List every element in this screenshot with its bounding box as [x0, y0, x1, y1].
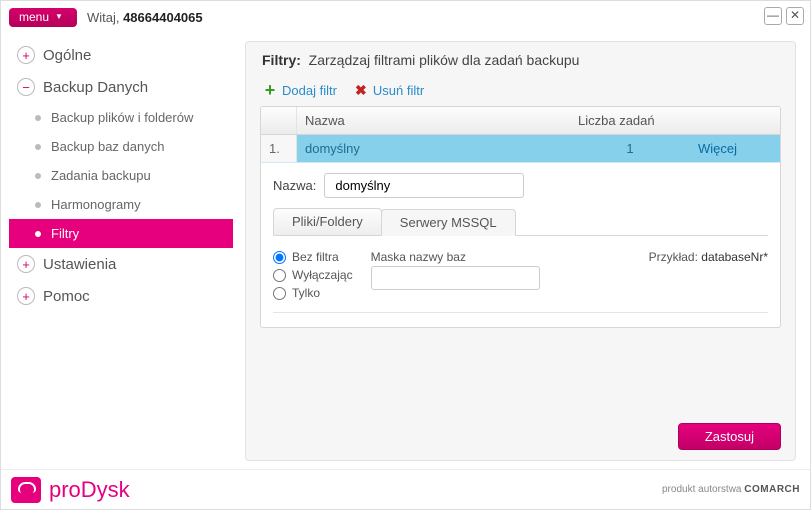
- attr-prefix: produkt autorstwa: [662, 484, 742, 495]
- tab-mssql[interactable]: Serwery MSSQL: [381, 209, 516, 236]
- welcome-prefix: Witaj,: [87, 10, 120, 25]
- row-more-link[interactable]: Więcej: [698, 141, 737, 156]
- radio-label: Tylko: [292, 286, 320, 300]
- sidebar-item-general[interactable]: + Ogólne: [9, 39, 233, 71]
- name-label: Nazwa:: [273, 178, 316, 193]
- sidebar-sub-backup-db[interactable]: Backup baz danych: [9, 132, 233, 161]
- sidebar-item-label: Backup plików i folderów: [51, 110, 193, 125]
- brand-text: proDysk: [49, 477, 130, 503]
- expand-icon: +: [17, 46, 35, 64]
- row-index: 1.: [261, 135, 297, 162]
- sidebar-item-label: Ustawienia: [43, 256, 116, 273]
- example-value: databaseNr*: [701, 250, 768, 264]
- expand-icon: +: [17, 287, 35, 305]
- brand-icon: [11, 477, 41, 503]
- list-row[interactable]: 1. domyślny 1 Więcej: [261, 135, 780, 163]
- title-bar: menu ▼ Witaj, 48664404065 — ✕: [1, 1, 810, 33]
- sidebar-sub-backup-tasks[interactable]: Zadania backupu: [9, 161, 233, 190]
- col-count-header: Liczba zadań: [570, 107, 690, 134]
- tab-files-folders[interactable]: Pliki/Foldery: [273, 208, 382, 235]
- filters-list: Nazwa Liczba zadań 1. domyślny 1 Więcej …: [260, 106, 781, 328]
- sidebar-item-settings[interactable]: + Ustawienia: [9, 248, 233, 280]
- sidebar-sub-filters[interactable]: Filtry: [9, 219, 233, 248]
- filters-panel: Filtry: Zarządzaj filtrami plików dla za…: [245, 41, 796, 461]
- close-button[interactable]: ✕: [786, 7, 804, 25]
- collapse-icon: −: [17, 78, 35, 96]
- welcome-text: Witaj, 48664404065: [87, 10, 203, 25]
- row-count: 1: [570, 135, 690, 162]
- radio-input[interactable]: [273, 287, 286, 300]
- minimize-button[interactable]: —: [764, 7, 782, 25]
- plus-icon: +: [262, 82, 278, 98]
- button-label: Usuń filtr: [373, 83, 424, 98]
- panel-title: Filtry: Zarządzaj filtrami plików dla za…: [262, 52, 781, 68]
- mask-label: Maska nazwy baz: [371, 250, 645, 264]
- mask-input[interactable]: [371, 266, 540, 290]
- sidebar-item-label: Zadania backupu: [51, 168, 151, 183]
- sidebar-item-label: Harmonogramy: [51, 197, 141, 212]
- chevron-down-icon: ▼: [55, 12, 63, 21]
- radio-label: Wyłączając: [292, 268, 353, 282]
- filter-name-input[interactable]: [324, 173, 524, 198]
- apply-button[interactable]: Zastosuj: [678, 423, 781, 450]
- attr-brand: COMARCH: [744, 484, 800, 495]
- radio-exclude[interactable]: Wyłączając: [273, 268, 353, 282]
- delete-filter-button[interactable]: ✖ Usuń filtr: [353, 82, 424, 98]
- menu-label: menu: [19, 10, 49, 24]
- menu-button[interactable]: menu ▼: [9, 8, 77, 27]
- sidebar-item-label: Pomoc: [43, 288, 90, 305]
- row-name: domyślny: [297, 135, 570, 162]
- brand: proDysk: [11, 477, 130, 503]
- list-header: Nazwa Liczba zadań: [261, 107, 780, 135]
- filter-mode-radios: Bez filtra Wyłączając Tylko: [273, 250, 353, 300]
- sidebar-item-label: Backup baz danych: [51, 139, 164, 154]
- mask-example: Przykład: databaseNr*: [649, 250, 768, 264]
- col-more-header: [690, 107, 780, 134]
- delete-icon: ✖: [353, 82, 369, 98]
- sidebar-sub-backup-files[interactable]: Backup plików i folderów: [9, 103, 233, 132]
- content: Filtry: Zarządzaj filtrami plików dla za…: [237, 33, 810, 469]
- detail-tabs: Pliki/Foldery Serwery MSSQL: [273, 208, 768, 236]
- radio-only[interactable]: Tylko: [273, 286, 353, 300]
- sidebar-item-label: Backup Danych: [43, 79, 148, 96]
- col-index: [261, 107, 297, 134]
- filter-detail: Nazwa: Pliki/Foldery Serwery MSSQL Bez f…: [261, 163, 780, 327]
- sidebar-item-help[interactable]: + Pomoc: [9, 280, 233, 312]
- panel-title-desc: Zarządzaj filtrami plików dla zadań back…: [309, 52, 580, 68]
- sidebar: + Ogólne − Backup Danych Backup plików i…: [1, 33, 237, 469]
- tab-body: Bez filtra Wyłączając Tylko: [273, 246, 768, 313]
- expand-icon: +: [17, 255, 35, 273]
- sidebar-item-backup[interactable]: − Backup Danych: [9, 71, 233, 103]
- attribution: produkt autorstwa COMARCH: [662, 484, 800, 495]
- radio-input[interactable]: [273, 269, 286, 282]
- toolbar: + Dodaj filtr ✖ Usuń filtr: [260, 78, 781, 106]
- col-name-header: Nazwa: [297, 107, 570, 134]
- sidebar-sub-schedules[interactable]: Harmonogramy: [9, 190, 233, 219]
- panel-title-label: Filtry:: [262, 52, 301, 68]
- example-label: Przykład:: [649, 250, 698, 264]
- radio-input[interactable]: [273, 251, 286, 264]
- sidebar-item-label: Filtry: [51, 226, 79, 241]
- button-label: Dodaj filtr: [282, 83, 337, 98]
- radio-no-filter[interactable]: Bez filtra: [273, 250, 353, 264]
- sidebar-item-label: Ogólne: [43, 47, 91, 64]
- footer: proDysk produkt autorstwa COMARCH: [1, 469, 810, 509]
- radio-label: Bez filtra: [292, 250, 339, 264]
- add-filter-button[interactable]: + Dodaj filtr: [262, 82, 337, 98]
- welcome-user: 48664404065: [123, 10, 203, 25]
